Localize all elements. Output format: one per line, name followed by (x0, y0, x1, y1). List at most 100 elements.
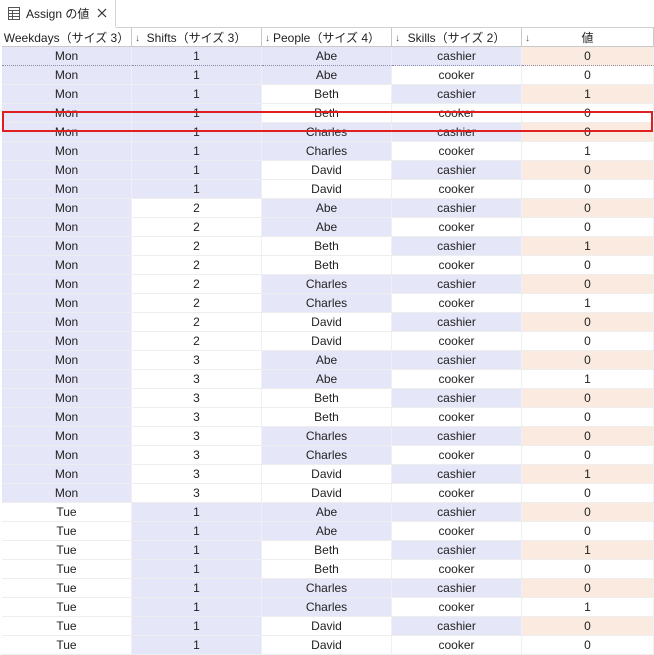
values-table: ↓ Weekdays（サイズ 3） ↓ Shifts（サイズ 3） ↓ Peop… (2, 28, 654, 655)
table-row[interactable]: Mon 3 Abe cooker 1 (2, 370, 654, 389)
table-row[interactable]: Tue 1 Charles cashier 0 (2, 579, 654, 598)
table-row[interactable]: Mon 3 Beth cashier 0 (2, 389, 654, 408)
cell-value[interactable]: 0 (522, 427, 654, 446)
table-row[interactable]: Tue 1 David cooker 0 (2, 636, 654, 655)
column-header-skills[interactable]: ↓ Skills（サイズ 2） (392, 28, 522, 47)
table-row[interactable]: Mon 1 Beth cashier 1 (2, 85, 654, 104)
cell-value[interactable]: 0 (522, 161, 654, 180)
cell-value[interactable]: 0 (522, 446, 654, 465)
cell-weekday: Mon (2, 427, 132, 446)
cell-value[interactable]: 0 (522, 123, 654, 142)
table-row[interactable]: Tue 1 Charles cooker 1 (2, 598, 654, 617)
cell-value[interactable]: 0 (522, 256, 654, 275)
column-header-value[interactable]: ↓ 値 (522, 28, 654, 47)
cell-value[interactable]: 0 (522, 522, 654, 541)
table-row[interactable]: Mon 2 David cooker 0 (2, 332, 654, 351)
close-icon[interactable] (95, 6, 109, 20)
cell-person: David (262, 313, 392, 332)
cell-value[interactable]: 0 (522, 66, 654, 85)
cell-value[interactable]: 0 (522, 275, 654, 294)
table-row[interactable]: Mon 2 David cashier 0 (2, 313, 654, 332)
table-row[interactable]: Mon 2 Charles cashier 0 (2, 275, 654, 294)
table-row[interactable]: Mon 2 Abe cooker 0 (2, 218, 654, 237)
table-row[interactable]: Mon 3 Charles cashier 0 (2, 427, 654, 446)
cell-weekday: Mon (2, 104, 132, 123)
cell-shift: 1 (132, 180, 262, 199)
sort-arrow-icon[interactable]: ↓ (525, 34, 530, 44)
table-row[interactable]: Mon 3 Abe cashier 0 (2, 351, 654, 370)
column-header-shifts[interactable]: ↓ Shifts（サイズ 3） (132, 28, 262, 47)
cell-value[interactable]: 0 (522, 199, 654, 218)
cell-shift: 2 (132, 294, 262, 313)
cell-value[interactable]: 0 (522, 104, 654, 123)
cell-value[interactable]: 0 (522, 313, 654, 332)
sort-arrow-icon[interactable]: ↓ (5, 34, 10, 44)
cell-person: David (262, 617, 392, 636)
tab-assign-values[interactable]: Assign の値 (0, 0, 117, 28)
cell-person: Abe (262, 66, 392, 85)
cell-person: Beth (262, 237, 392, 256)
cell-value[interactable]: 0 (522, 351, 654, 370)
cell-value[interactable]: 1 (522, 294, 654, 313)
table-row[interactable]: Mon 1 David cashier 0 (2, 161, 654, 180)
cell-person: Abe (262, 503, 392, 522)
cell-value[interactable]: 1 (522, 465, 654, 484)
cell-value[interactable]: 0 (522, 503, 654, 522)
cell-value[interactable]: 0 (522, 408, 654, 427)
cell-value[interactable]: 0 (522, 218, 654, 237)
cell-value[interactable]: 1 (522, 370, 654, 389)
cell-value[interactable]: 0 (522, 579, 654, 598)
cell-value[interactable]: 1 (522, 237, 654, 256)
cell-shift: 3 (132, 465, 262, 484)
cell-value[interactable]: 0 (522, 389, 654, 408)
cell-skill: cashier (392, 313, 522, 332)
cell-value[interactable]: 0 (522, 180, 654, 199)
table-row[interactable]: Mon 2 Beth cooker 0 (2, 256, 654, 275)
table-row[interactable]: Tue 1 Abe cashier 0 (2, 503, 654, 522)
cell-value[interactable]: 1 (522, 85, 654, 104)
cell-value[interactable]: 0 (522, 332, 654, 351)
table-row[interactable]: Mon 2 Abe cashier 0 (2, 199, 654, 218)
cell-value[interactable]: 0 (522, 484, 654, 503)
cell-value[interactable]: 1 (522, 541, 654, 560)
table-row[interactable]: Mon 1 David cooker 0 (2, 180, 654, 199)
cell-shift: 3 (132, 351, 262, 370)
cell-skill: cooker (392, 104, 522, 123)
sort-arrow-icon[interactable]: ↓ (265, 34, 270, 44)
table-row[interactable]: Mon 3 Beth cooker 0 (2, 408, 654, 427)
column-header-weekdays[interactable]: ↓ Weekdays（サイズ 3） (2, 28, 132, 47)
table-row[interactable]: Tue 1 Beth cashier 1 (2, 541, 654, 560)
table-row[interactable]: Mon 1 Abe cashier 0 (2, 47, 654, 66)
cell-weekday: Tue (2, 503, 132, 522)
cell-value[interactable]: 0 (522, 617, 654, 636)
column-header-label: Skills（サイズ 2） (407, 30, 506, 45)
table-row[interactable]: Mon 3 Charles cooker 0 (2, 446, 654, 465)
cell-weekday: Mon (2, 199, 132, 218)
table-row[interactable]: Mon 3 David cashier 1 (2, 465, 654, 484)
cell-shift: 3 (132, 408, 262, 427)
cell-weekday: Mon (2, 408, 132, 427)
table-row[interactable]: Mon 1 Charles cashier 0 (2, 123, 654, 142)
cell-value[interactable]: 1 (522, 142, 654, 161)
table-row[interactable]: Tue 1 David cashier 0 (2, 617, 654, 636)
cell-value[interactable]: 0 (522, 560, 654, 579)
table-row[interactable]: Mon 3 David cooker 0 (2, 484, 654, 503)
cell-weekday: Tue (2, 598, 132, 617)
table-row[interactable]: Mon 1 Abe cooker 0 (2, 66, 654, 85)
sort-arrow-icon[interactable]: ↓ (135, 34, 140, 44)
table-row[interactable]: Mon 2 Beth cashier 1 (2, 237, 654, 256)
table-row[interactable]: Mon 1 Beth cooker 0 (2, 104, 654, 123)
cell-value[interactable]: 0 (522, 47, 654, 66)
cell-value[interactable]: 0 (522, 636, 654, 655)
cell-value[interactable]: 1 (522, 598, 654, 617)
cell-skill: cooker (392, 142, 522, 161)
table-row[interactable]: Tue 1 Beth cooker 0 (2, 560, 654, 579)
table-row[interactable]: Mon 2 Charles cooker 1 (2, 294, 654, 313)
table-row[interactable]: Tue 1 Abe cooker 0 (2, 522, 654, 541)
cell-shift: 1 (132, 161, 262, 180)
column-header-people[interactable]: ↓ People（サイズ 4） (262, 28, 392, 47)
sort-arrow-icon[interactable]: ↓ (395, 34, 400, 44)
cell-shift: 1 (132, 47, 262, 66)
cell-person: Charles (262, 294, 392, 313)
table-row[interactable]: Mon 1 Charles cooker 1 (2, 142, 654, 161)
